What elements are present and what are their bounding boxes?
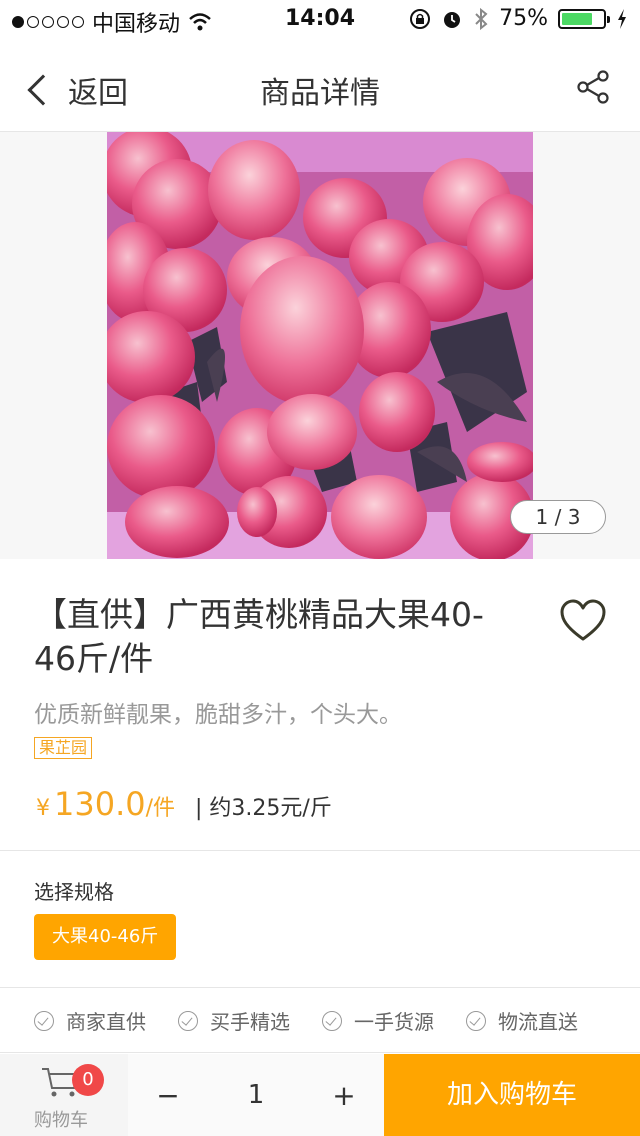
guarantee-label: 买手精选: [210, 1010, 290, 1034]
status-bar: 中国移动 14:04 75%: [0, 0, 640, 40]
add-to-cart-button[interactable]: 加入购物车: [384, 1054, 640, 1136]
charging-icon: [618, 8, 626, 29]
product-photo[interactable]: [107, 132, 533, 559]
cart-label: 购物车: [34, 1110, 88, 1131]
bluetooth-icon: [475, 7, 488, 30]
battery-percent: 75%: [499, 6, 548, 31]
product-image-carousel[interactable]: 1 / 3: [0, 132, 640, 559]
currency-symbol: ¥: [36, 796, 50, 821]
peach-photo-illustration: [107, 132, 533, 559]
spec-section: 选择规格 大果40-46斤: [0, 852, 640, 988]
guarantee-list: 商家直供 买手精选 一手货源 物流直送: [0, 989, 640, 1053]
quantity-stepper: − 1 +: [128, 1054, 384, 1136]
guarantee-item: 一手货源: [322, 1006, 434, 1035]
status-right: 75%: [409, 6, 628, 31]
price-value: 130.0: [54, 785, 146, 823]
price-row: ¥ 130.0 /件 | 约3.25元/斤: [36, 785, 332, 823]
check-circle-icon: [34, 1010, 54, 1031]
rotation-lock-icon: [410, 8, 431, 29]
product-title: 【直供】广西黄桃精品大果40-46斤/件: [34, 595, 484, 678]
image-page-indicator: 1 / 3: [510, 500, 606, 534]
check-circle-icon: [178, 1010, 198, 1031]
bottom-action-bar: 0 购物车 − 1 + 加入购物车: [0, 1054, 640, 1136]
brand-tag: 果芷园: [34, 737, 93, 759]
product-info-section: 【直供】广西黄桃精品大果40-46斤/件 优质新鲜靓果，脆甜多汁，个头大。 果芷…: [0, 559, 640, 851]
navigation-bar: 返回 商品详情: [0, 40, 640, 132]
battery-icon: [558, 8, 610, 29]
guarantee-item: 物流直送: [466, 1006, 578, 1035]
guarantee-item: 买手精选: [178, 1006, 290, 1035]
alarm-icon: [444, 11, 461, 28]
page-title: 商品详情: [260, 76, 380, 111]
check-circle-icon: [466, 1010, 486, 1031]
decrease-quantity-button[interactable]: −: [128, 1079, 208, 1112]
product-subtitle: 优质新鲜靓果，脆甜多汁，个头大。: [34, 702, 402, 728]
heart-icon[interactable]: [560, 599, 606, 643]
spec-label: 选择规格: [34, 880, 114, 904]
guarantee-label: 物流直送: [498, 1010, 578, 1034]
guarantee-item: 商家直供: [34, 1006, 146, 1035]
quantity-value[interactable]: 1: [208, 1080, 304, 1110]
price-unit: /件: [145, 796, 176, 821]
guarantee-label: 商家直供: [66, 1010, 146, 1034]
spec-option-selected[interactable]: 大果40-46斤: [34, 914, 177, 960]
cart-count-badge: 0: [72, 1064, 104, 1096]
guarantee-label: 一手货源: [354, 1010, 434, 1034]
price-per-jin: | 约3.25元/斤: [195, 796, 332, 821]
check-circle-icon: [322, 1010, 342, 1031]
share-icon[interactable]: [576, 70, 610, 104]
cart-button[interactable]: 0 购物车: [0, 1054, 128, 1136]
increase-quantity-button[interactable]: +: [304, 1079, 384, 1112]
